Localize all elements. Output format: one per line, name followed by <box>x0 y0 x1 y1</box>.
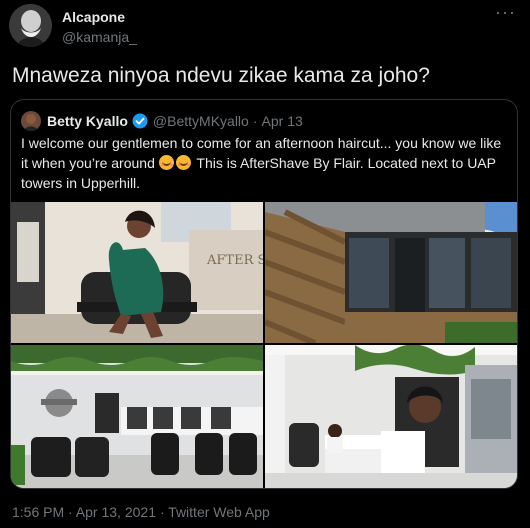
author-display-name[interactable]: Alcapone <box>62 9 125 25</box>
photo-woman-in-barber-chair[interactable]: AFTER SHAVE <box>11 202 263 343</box>
quoted-tweet-text: I welcome our gentlemen to come for an a… <box>21 133 507 193</box>
tweet-text: Mnaweza ninyoa ndevu zikae kama za joho? <box>12 64 430 87</box>
photo-shop-exterior[interactable] <box>265 202 517 343</box>
quoted-author-handle[interactable]: @BettyMKyallo <box>153 113 249 129</box>
author-avatar[interactable] <box>9 4 52 47</box>
photo-grid: AFTER SHAVE <box>11 202 517 488</box>
author-handle[interactable]: @kamanja_ <box>62 29 137 45</box>
quoted-author-name[interactable]: Betty Kyallo <box>47 113 128 129</box>
quoted-tweet-header: Betty Kyallo @BettyMKyallo · Apr 13 <box>21 111 303 131</box>
tweet-timestamp[interactable]: 1:56 PM · Apr 13, 2021 · Twitter Web App <box>12 504 270 520</box>
smiling-face-emoji-icon <box>158 155 174 170</box>
photo-portrait-wall-interior[interactable] <box>265 345 517 488</box>
separator-dot: · <box>252 113 258 129</box>
quoted-tweet-date[interactable]: Apr 13 <box>262 113 303 129</box>
more-options-icon[interactable]: ··· <box>495 2 516 23</box>
after-shave-sign-text: AFTER SHAVE <box>206 253 263 268</box>
photo-barbershop-interior[interactable] <box>11 345 263 488</box>
smiling-face-emoji-icon <box>175 155 191 170</box>
quoted-tweet-card[interactable]: Betty Kyallo @BettyMKyallo · Apr 13 I we… <box>10 99 518 489</box>
quoted-author-avatar[interactable] <box>21 111 41 131</box>
verified-badge-icon <box>132 113 148 129</box>
